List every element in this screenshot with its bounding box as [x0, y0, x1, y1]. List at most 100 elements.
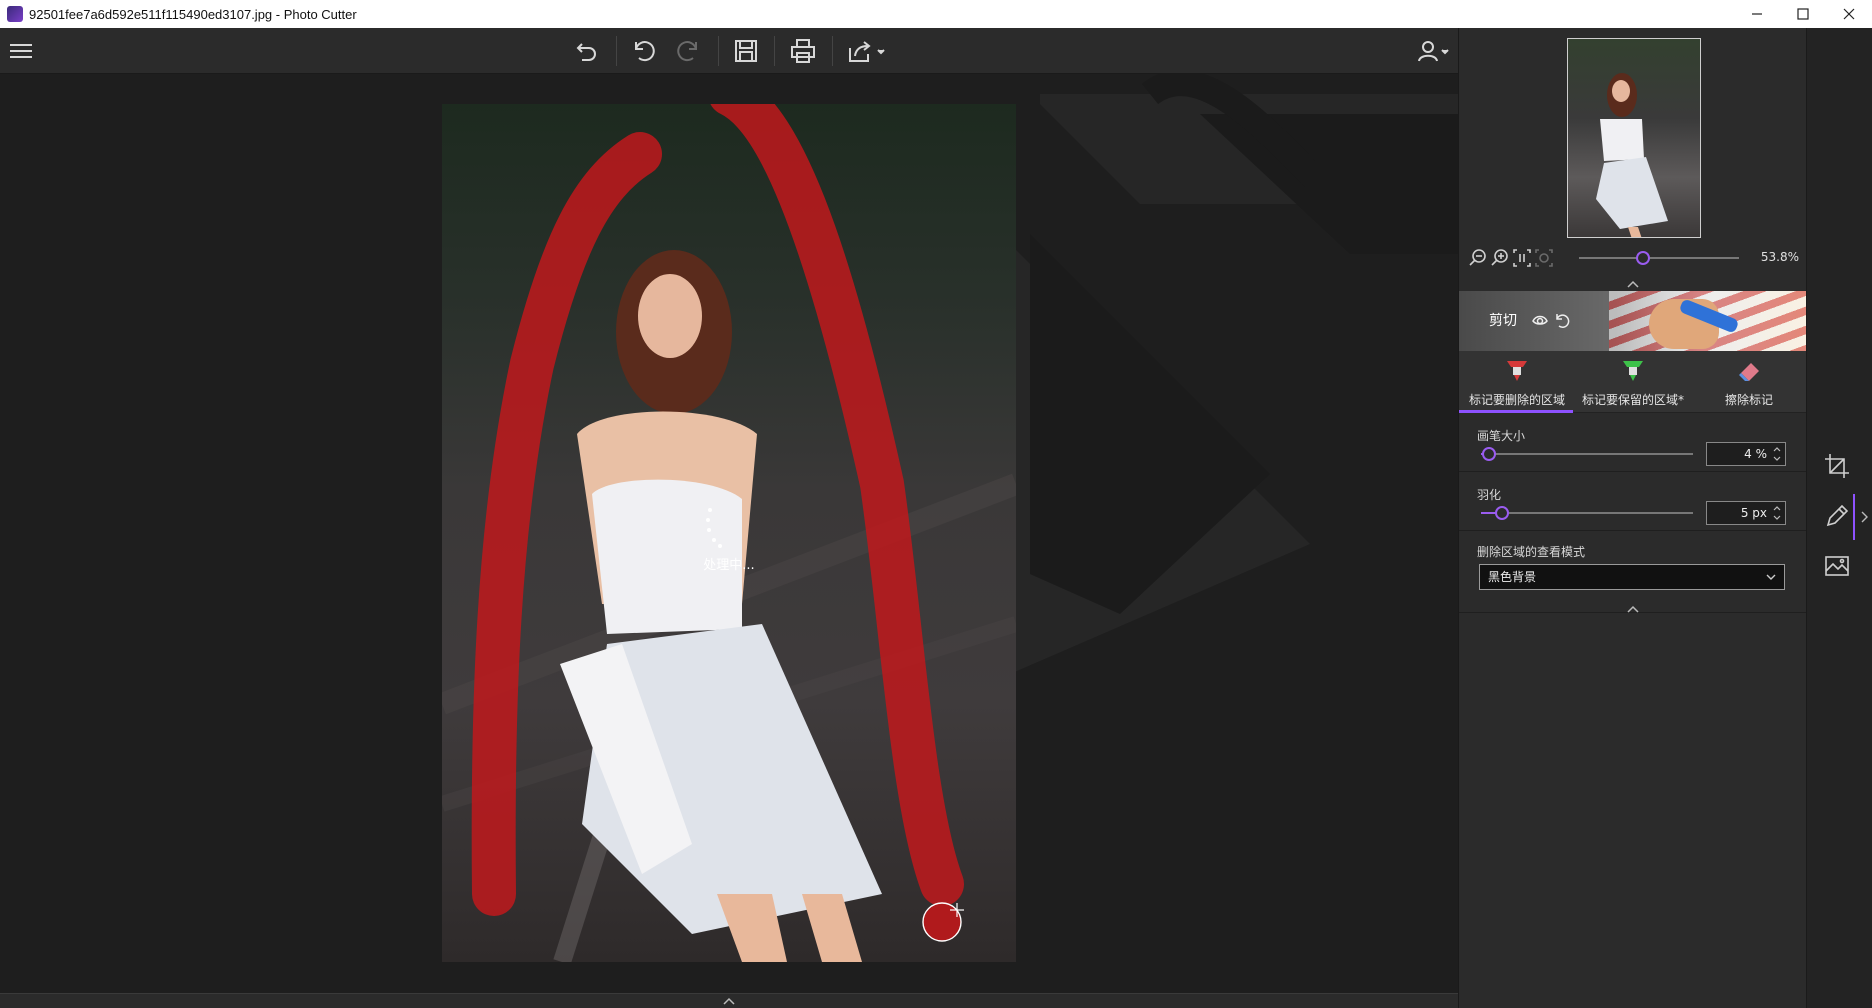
- brush-size-spinner[interactable]: [1772, 445, 1782, 463]
- chevron-up-icon: [1627, 605, 1639, 613]
- tab-erase-marks[interactable]: 擦除标记: [1691, 351, 1807, 413]
- view-mode-section: 删除区域的查看模式 黑色背景: [1459, 531, 1807, 613]
- eye-icon: [1532, 315, 1548, 325]
- pencil-icon: [1826, 504, 1849, 527]
- reset-icon: [1556, 314, 1570, 328]
- navigator-thumbnail[interactable]: [1567, 38, 1701, 238]
- brush-size-section: 画笔大小 4 %: [1459, 413, 1807, 472]
- chevron-up-icon: [1627, 280, 1639, 288]
- collapse-navigator-button[interactable]: [1625, 274, 1641, 288]
- tab-mark-remove[interactable]: 标记要删除的区域: [1459, 351, 1575, 413]
- share-icon: [849, 41, 885, 62]
- expand-panel-button[interactable]: [1859, 509, 1869, 528]
- feather-slider-track[interactable]: [1481, 512, 1693, 514]
- zoom-controls: 53.8%: [1467, 247, 1799, 269]
- eraser-icon: [1739, 363, 1759, 381]
- zoom-slider-handle[interactable]: [1636, 251, 1650, 265]
- green-marker-icon: [1623, 361, 1643, 381]
- loading-spinner-icon: [706, 508, 722, 548]
- zoom-in-button[interactable]: [1489, 247, 1511, 269]
- undo-history-icon: [576, 43, 596, 61]
- window-title: 92501fee7a6d592e511f115490ed3107.jpg - P…: [29, 6, 357, 22]
- user-icon: [1418, 41, 1449, 62]
- collapse-settings-button[interactable]: [1625, 599, 1641, 613]
- chevron-down-icon: [1766, 574, 1776, 580]
- user-account-button[interactable]: [1414, 36, 1454, 66]
- brush-size-input[interactable]: 4 %: [1706, 442, 1786, 466]
- mark-mode-tabs: 标记要删除的区域 标记要保留的区域* 擦除标记: [1459, 351, 1807, 413]
- feather-input[interactable]: 5 px: [1706, 501, 1786, 525]
- background-tool-button[interactable]: [1823, 552, 1851, 580]
- fit-to-window-button[interactable]: [1533, 247, 1555, 269]
- actual-size-icon: [1513, 249, 1531, 267]
- menu-button[interactable]: [6, 36, 36, 66]
- cut-label: 剪切: [1489, 313, 1517, 329]
- fit-window-icon: [1535, 249, 1553, 267]
- crop-icon: [1825, 454, 1849, 478]
- cutout-tool-button[interactable]: [1823, 502, 1851, 530]
- toolbar-divider: [774, 36, 775, 66]
- share-button[interactable]: [844, 36, 888, 66]
- tool-strip: [1806, 28, 1872, 1008]
- photo-canvas[interactable]: [442, 104, 1016, 962]
- processing-status: 处理中...: [703, 558, 755, 573]
- zoom-slider-track[interactable]: [1579, 257, 1739, 259]
- figure-leg-right: [802, 894, 862, 962]
- feather-slider-handle[interactable]: [1495, 506, 1510, 520]
- toolbar-divider: [718, 36, 719, 66]
- zoom-in-icon: [1491, 249, 1508, 266]
- maximize-button[interactable]: [1780, 0, 1826, 28]
- zoom-value: 53.8%: [1760, 250, 1799, 264]
- app-logo-icon: [7, 6, 23, 22]
- feather-section: 羽化 5 px: [1459, 472, 1807, 531]
- crop-tool-button[interactable]: [1823, 452, 1851, 480]
- tab-erase-marks-label: 擦除标记: [1724, 393, 1773, 407]
- figure-face: [638, 274, 702, 358]
- zoom-out-button[interactable]: [1467, 247, 1489, 269]
- spinner-arrows-icon: [1773, 506, 1781, 520]
- title-bar: 92501fee7a6d592e511f115490ed3107.jpg - P…: [0, 0, 1872, 28]
- brush-cursor-icon: [922, 902, 964, 942]
- minimize-button[interactable]: [1734, 0, 1780, 28]
- tab-mark-remove-label: 标记要删除的区域: [1468, 393, 1565, 407]
- image-icon: [1825, 556, 1849, 576]
- bottom-collapse-bar[interactable]: [0, 993, 1458, 1008]
- view-mode-label: 删除区域的查看模式: [1477, 545, 1586, 559]
- spinner-arrows-icon: [1773, 447, 1781, 461]
- brush-size-slider-handle[interactable]: [1482, 447, 1497, 461]
- save-button[interactable]: [731, 36, 761, 66]
- print-icon: [791, 39, 815, 63]
- view-mode-select[interactable]: 黑色背景: [1479, 564, 1785, 590]
- brush-size-label: 画笔大小: [1477, 429, 1526, 443]
- red-marker-icon: [1507, 361, 1527, 381]
- brush-size-value: 4 %: [1744, 447, 1767, 461]
- undo-button[interactable]: [628, 36, 658, 66]
- feather-spinner[interactable]: [1772, 504, 1782, 522]
- undo-history-button[interactable]: [572, 36, 602, 66]
- print-button[interactable]: [788, 36, 818, 66]
- preview-toggle[interactable]: [1531, 311, 1549, 329]
- save-icon: [735, 40, 757, 62]
- undo-icon: [635, 41, 655, 62]
- close-button[interactable]: [1826, 0, 1872, 28]
- active-tool-indicator: [1853, 494, 1855, 540]
- chevron-up-icon: [723, 997, 735, 1005]
- tab-mark-keep[interactable]: 标记要保留的区域*: [1575, 351, 1691, 413]
- zoom-out-icon: [1469, 249, 1486, 266]
- chevron-right-icon: [1861, 511, 1868, 523]
- app-window: 92501fee7a6d592e511f115490ed3107.jpg - P…: [0, 0, 1872, 1008]
- menu-icon: [10, 44, 32, 58]
- watermark-logo: [1010, 74, 1458, 674]
- view-mode-selected: 黑色背景: [1488, 570, 1537, 584]
- actual-size-button[interactable]: [1511, 247, 1533, 269]
- toolbar-divider: [616, 36, 617, 66]
- cut-tool-banner[interactable]: 剪切: [1459, 291, 1807, 351]
- feather-value: 5 px: [1740, 506, 1767, 520]
- reset-cut-button[interactable]: [1553, 311, 1571, 329]
- editing-canvas[interactable]: 处理中...: [0, 74, 1458, 993]
- window-controls: [1734, 0, 1872, 28]
- brush-size-slider-track[interactable]: [1481, 453, 1693, 455]
- redo-button[interactable]: [674, 36, 704, 66]
- redo-icon: [677, 41, 697, 62]
- feather-label: 羽化: [1477, 488, 1502, 502]
